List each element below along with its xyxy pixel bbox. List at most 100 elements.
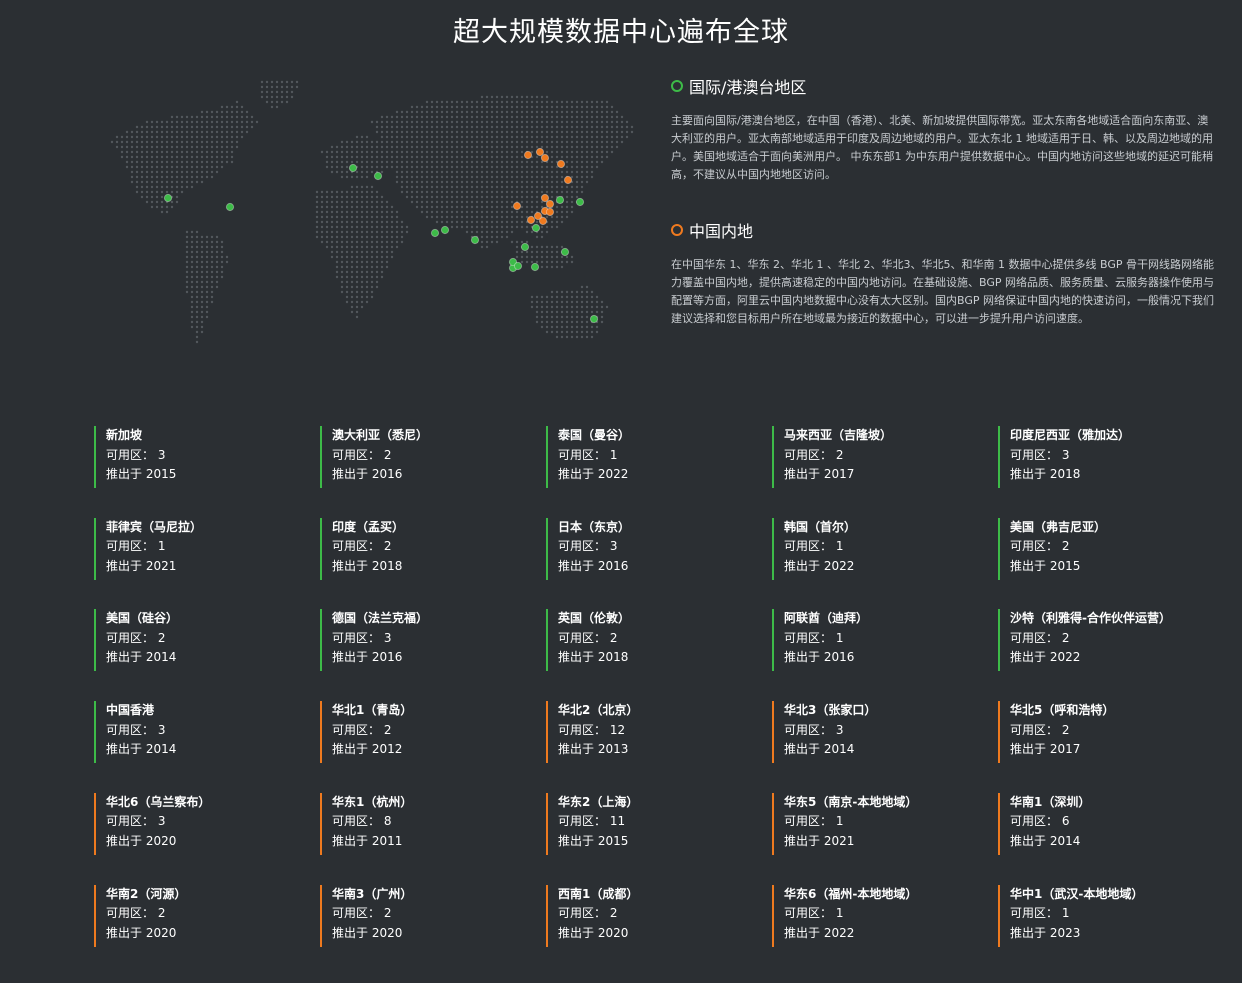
map-dot <box>460 165 464 169</box>
region-card[interactable]: 华东5（南京-本地地域） 可用区： 1 推出于 2021 <box>772 792 972 855</box>
region-card[interactable]: 华北5（呼和浩特） 可用区： 2 推出于 2017 <box>998 701 1198 764</box>
map-dot <box>335 270 339 274</box>
map-dot <box>170 200 174 204</box>
map-dot <box>360 140 364 144</box>
region-card[interactable]: 美国（弗吉尼亚） 可用区： 2 推出于 2015 <box>998 517 1198 580</box>
map-dot <box>165 130 169 134</box>
region-card[interactable]: 阿联酋（迪拜） 可用区： 1 推出于 2016 <box>772 609 972 672</box>
region-card[interactable]: 新加坡 可用区： 3 推出于 2015 <box>94 426 294 488</box>
map-dot <box>585 165 589 169</box>
map-dot <box>345 190 349 194</box>
map-dot <box>560 290 564 294</box>
map-dot <box>365 140 369 144</box>
map-dot <box>510 210 514 214</box>
map-dot <box>590 175 594 179</box>
map-dot <box>225 125 229 129</box>
map-dot <box>555 185 559 189</box>
map-dot <box>130 155 134 159</box>
map-dot <box>245 125 249 129</box>
map-dot <box>495 200 499 204</box>
card-zones: 可用区： 1 <box>1010 906 1070 920</box>
map-dot <box>550 110 554 114</box>
map-dot <box>365 215 369 219</box>
region-card[interactable]: 华北6（乌兰察布） 可用区： 3 推出于 2020 <box>94 792 294 855</box>
region-card[interactable]: 菲律宾（马尼拉） 可用区： 1 推出于 2021 <box>94 517 294 580</box>
region-card[interactable]: 华南1（深圳） 可用区： 6 推出于 2014 <box>998 792 1198 855</box>
map-dot <box>585 290 589 294</box>
region-card[interactable]: 印度尼西亚（雅加达） 可用区： 3 推出于 2018 <box>998 426 1198 488</box>
map-dot <box>440 180 444 184</box>
region-card[interactable]: 德国（法兰克福） 可用区： 3 推出于 2016 <box>320 609 520 672</box>
map-dot <box>165 175 169 179</box>
map-dot <box>320 200 324 204</box>
region-card[interactable]: 沙特（利雅得-合作伙伴运营） 可用区： 2 推出于 2022 <box>998 609 1198 672</box>
map-dot <box>455 200 459 204</box>
map-dot <box>385 220 389 224</box>
map-dot <box>615 110 619 114</box>
map-dot <box>620 130 624 134</box>
map-dot <box>500 190 504 194</box>
map-dot <box>525 130 529 134</box>
map-dot <box>505 160 509 164</box>
region-card[interactable]: 日本（东京） 可用区： 3 推出于 2016 <box>546 517 746 580</box>
region-card[interactable]: 西南1（成都） 可用区： 2 推出于 2020 <box>546 884 746 947</box>
region-card[interactable]: 英国（伦敦） 可用区： 2 推出于 2018 <box>546 609 746 672</box>
map-dot <box>335 255 339 259</box>
map-dot <box>520 225 524 229</box>
region-card[interactable]: 泰国（曼谷） 可用区： 1 推出于 2022 <box>546 426 746 488</box>
region-card[interactable]: 马来西亚（吉隆坡） 可用区： 2 推出于 2017 <box>772 426 972 488</box>
map-dot <box>510 145 514 149</box>
region-card[interactable]: 华东1（杭州） 可用区： 8 推出于 2011 <box>320 792 520 855</box>
map-dot <box>500 105 504 109</box>
map-dot <box>160 155 164 159</box>
region-card[interactable]: 美国（硅谷） 可用区： 2 推出于 2014 <box>94 609 294 672</box>
map-dot <box>560 305 564 309</box>
map-dot <box>175 170 179 174</box>
map-dot <box>595 130 599 134</box>
map-dot <box>565 290 569 294</box>
map-dot <box>455 145 459 149</box>
region-card[interactable]: 澳大利亚（悉尼） 可用区： 2 推出于 2016 <box>320 426 520 488</box>
map-dot <box>220 270 224 274</box>
map-dot <box>455 160 459 164</box>
map-dot <box>550 290 554 294</box>
map-dot <box>325 190 329 194</box>
region-card[interactable]: 中国香港 可用区： 3 推出于 2014 <box>94 701 294 764</box>
map-dot <box>195 180 199 184</box>
region-card[interactable]: 印度（孟买） 可用区： 2 推出于 2018 <box>320 517 520 580</box>
map-dot <box>320 195 324 199</box>
map-dot <box>355 290 359 294</box>
map-dot <box>140 155 144 159</box>
map-dot <box>515 180 519 184</box>
map-dot <box>395 220 399 224</box>
map-dot <box>465 230 469 234</box>
region-card[interactable]: 华南3（广州） 可用区： 2 推出于 2020 <box>320 884 520 947</box>
map-dot <box>340 250 344 254</box>
region-card[interactable]: 华北1（青岛） 可用区： 2 推出于 2012 <box>320 701 520 764</box>
region-card[interactable]: 华南2（河源） 可用区： 2 推出于 2020 <box>94 884 294 947</box>
map-dot <box>555 150 559 154</box>
map-dot <box>220 110 224 114</box>
map-dot <box>580 165 584 169</box>
map-dot <box>145 180 149 184</box>
region-card[interactable]: 华东6（福州-本地地域） 可用区： 1 推出于 2022 <box>772 884 972 947</box>
region-card[interactable]: 韩国（首尔） 可用区： 1 推出于 2022 <box>772 517 972 580</box>
region-mainland-description: 在中国华东 1、华东 2、华北 1 、华北 2、华北3、华北5、和华南 1 数据… <box>671 258 1215 325</box>
region-card[interactable]: 华东2（上海） 可用区： 11 推出于 2015 <box>546 792 746 855</box>
map-dot <box>160 160 164 164</box>
map-dot <box>395 115 399 119</box>
map-dot <box>155 175 159 179</box>
map-dot <box>375 200 379 204</box>
map-dot <box>380 125 384 129</box>
map-dot <box>540 170 544 174</box>
map-dot <box>170 170 174 174</box>
region-card[interactable]: 华北2（北京） 可用区： 12 推出于 2013 <box>546 701 746 764</box>
card-launched: 推出于 2016 <box>332 650 403 665</box>
region-card[interactable]: 华北3（张家口） 可用区： 3 推出于 2014 <box>772 701 972 764</box>
map-dot <box>460 140 464 144</box>
map-dot <box>205 295 209 299</box>
map-dot <box>285 90 289 94</box>
region-card[interactable]: 华中1（武汉-本地地域） 可用区： 1 推出于 2023 <box>998 884 1198 947</box>
map-dot <box>480 120 484 124</box>
map-dot <box>405 150 409 154</box>
